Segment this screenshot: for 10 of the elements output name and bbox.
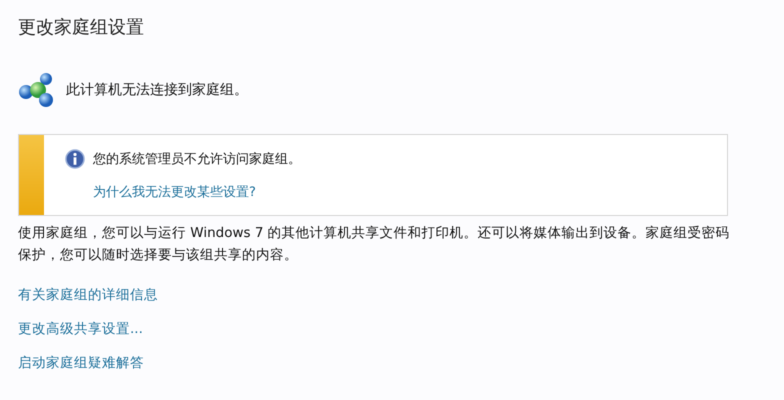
network-nodes-icon bbox=[18, 72, 56, 108]
task-link[interactable]: 更改高级共享设置... bbox=[18, 321, 143, 337]
status-message: 此计算机无法连接到家庭组。 bbox=[66, 81, 248, 99]
info-icon bbox=[65, 149, 85, 169]
description-paragraph: 使用家庭组，您可以与运行 Windows 7 的其他计算机共享文件和打印机。还可以将媒体输出到设备。家庭组受密码保护，您可以随时选择要与该组共享的内容。 bbox=[18, 224, 731, 265]
task-link[interactable]: 有关家庭组的详细信息 bbox=[18, 287, 158, 303]
task-link[interactable]: 启动家庭组疑难解答 bbox=[18, 355, 144, 371]
page-title: 更改家庭组设置 bbox=[18, 16, 145, 40]
notice-message: 您的系统管理员不允许访问家庭组。 bbox=[93, 151, 301, 168]
help-link[interactable]: 为什么我无法更改某些设置? bbox=[93, 183, 301, 201]
